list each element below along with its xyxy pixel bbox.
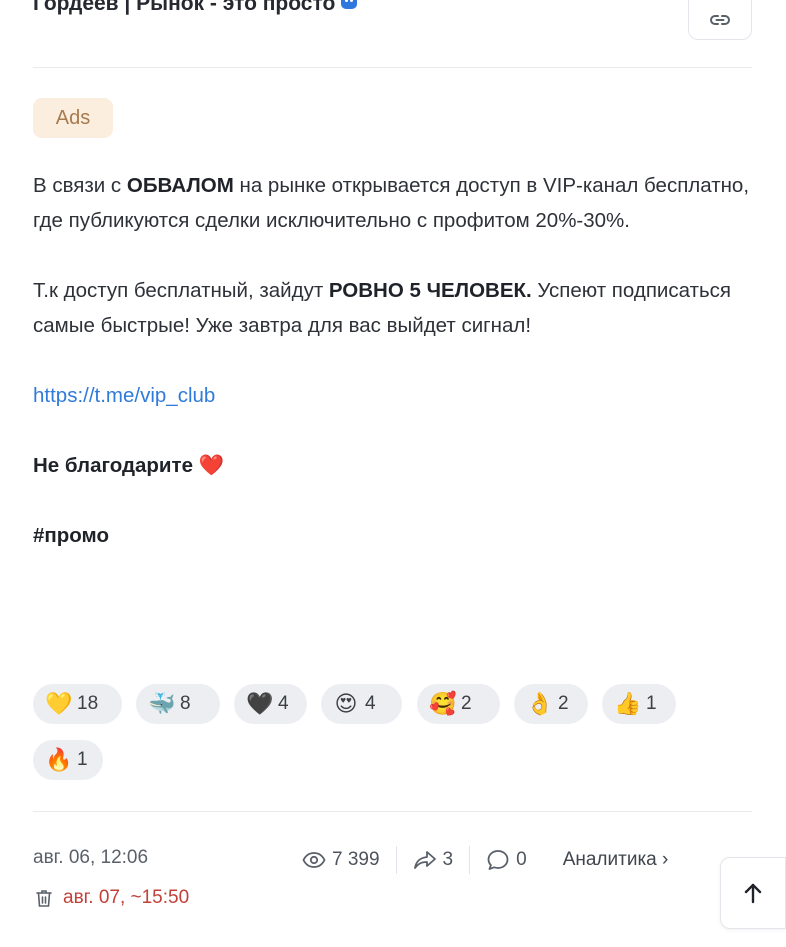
black-heart-icon: 🖤 (246, 691, 274, 716)
post-text-span: Т.к доступ бесплатный, зайдут (33, 279, 329, 302)
ads-badge: Ads (33, 98, 113, 138)
eye-icon (302, 852, 326, 868)
comments-count: 0 (516, 849, 527, 870)
reaction-count: 18 (77, 693, 99, 714)
reaction-count: 4 (278, 693, 289, 714)
heart-eyes-icon: 😍 (334, 691, 358, 716)
thumbs-up-icon: 👍 (614, 691, 642, 716)
reaction-smiling-hearts[interactable]: 🥰 2 (417, 684, 500, 724)
share-icon (413, 851, 436, 869)
vip-club-link[interactable]: https://t.me/vip_club (33, 384, 215, 407)
shares-stat[interactable]: 3 (413, 849, 454, 871)
post-bold-text: РОВНО 5 ЧЕЛОВЕК. (328, 279, 532, 302)
reaction-black-heart[interactable]: 🖤 4 (234, 684, 307, 724)
reaction-count: 8 (180, 693, 191, 714)
shares-count: 3 (442, 849, 454, 870)
post-paragraph-thanks: Не благодарите ❤️ (33, 448, 753, 483)
scroll-to-top-button[interactable] (720, 857, 786, 929)
post-paragraph-1: В связи с ОБВАЛОМ на рынке открывается д… (33, 168, 753, 238)
channel-title[interactable]: Гордеев | Рынок - это просто (33, 0, 358, 16)
footer-divider (33, 811, 752, 812)
ok-hand-icon: 👌 (526, 691, 554, 716)
views-stat: 7 399 (302, 849, 380, 871)
reaction-fire[interactable]: 🔥 1 (33, 740, 103, 780)
reaction-count: 1 (646, 693, 657, 714)
post-date: авг. 06, 12:06 (33, 847, 149, 868)
reaction-ok-hand[interactable]: 👌 2 (514, 684, 588, 724)
smiling-hearts-icon: 🥰 (429, 691, 457, 716)
reaction-count: 2 (461, 693, 472, 714)
post-text-span: В связи с (33, 174, 127, 197)
views-count: 7 399 (332, 849, 380, 870)
comments-stat[interactable]: 0 (486, 849, 527, 871)
reaction-count: 1 (77, 749, 88, 770)
post-bold-text: ОБВАЛОМ (126, 174, 234, 197)
comment-icon (487, 850, 509, 870)
heart-icon: ❤️ (198, 454, 225, 477)
reaction-count: 2 (558, 693, 569, 714)
analytics-link[interactable]: Аналитика › (563, 849, 669, 871)
hashtag[interactable]: #промо (33, 524, 109, 547)
copy-link-button[interactable] (688, 0, 752, 40)
reaction-whale[interactable]: 🐳 8 (136, 684, 220, 724)
link-icon (710, 15, 730, 25)
yellow-heart-icon: 💛 (45, 691, 73, 716)
whale-icon: 🐳 (148, 691, 176, 716)
bot-icon (341, 0, 358, 9)
post-paragraph-2: Т.к доступ бесплатный, зайдут РОВНО 5 ЧЕ… (33, 273, 753, 343)
reaction-yellow-heart[interactable]: 💛 18 (33, 684, 122, 724)
channel-title-text: Гордеев | Рынок - это просто (33, 0, 336, 15)
reaction-heart-eyes[interactable]: 😍 4 (321, 684, 402, 724)
post-stats: 7 399 3 0 Аналитика › (302, 846, 668, 874)
trash-icon (36, 890, 52, 907)
scheduled-delete: авг. 07, ~15:50 (35, 887, 189, 909)
post-text: В связи с ОБВАЛОМ на рынке открывается д… (33, 168, 753, 553)
header-divider (33, 67, 752, 68)
reaction-count: 4 (365, 693, 376, 714)
fire-icon: 🔥 (45, 747, 73, 772)
thanks-text: Не благодарите (33, 454, 193, 477)
delete-date: авг. 07, ~15:50 (63, 887, 190, 908)
reaction-thumbs-up[interactable]: 👍 1 (602, 684, 676, 724)
arrow-up-icon (744, 883, 762, 904)
